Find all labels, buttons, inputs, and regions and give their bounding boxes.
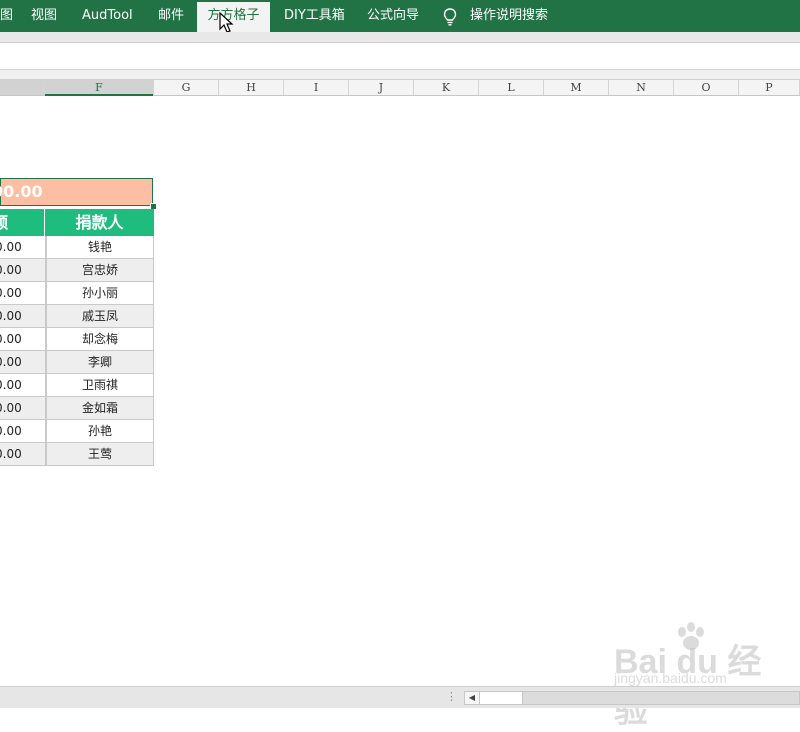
donor-cell[interactable]: 钱艳: [46, 236, 154, 259]
column-header-o[interactable]: O: [674, 80, 739, 95]
tab-view[interactable]: 视图: [31, 0, 57, 32]
column-header-i[interactable]: I: [284, 80, 349, 95]
column-header-l[interactable]: L: [479, 80, 544, 95]
table-row: 0.00 金如霜: [0, 397, 154, 420]
donor-cell[interactable]: 却念梅: [46, 328, 154, 351]
header-amount[interactable]: 额: [0, 209, 45, 236]
amount-cell[interactable]: 0.00: [0, 420, 46, 443]
watermark-url: jingyan.baidu.com: [614, 670, 727, 686]
splitter-handle-icon[interactable]: ⋮: [446, 690, 457, 703]
column-header-e[interactable]: [0, 80, 45, 95]
search-tell-me[interactable]: 操作说明搜索: [470, 0, 548, 32]
total-cell[interactable]: 00.00: [0, 178, 153, 206]
column-header-m[interactable]: M: [544, 80, 609, 95]
table-row: 0.00 宫忠娇: [0, 259, 154, 282]
table-row: 0.00 王莺: [0, 443, 154, 466]
sheet-top-strip: [0, 70, 800, 80]
sheet-tab-bar: ⋮ ◀: [0, 686, 800, 708]
donor-cell[interactable]: 戚玉凤: [46, 305, 154, 328]
header-amount-label: 额: [0, 213, 9, 232]
amount-cell[interactable]: 0.00: [0, 443, 46, 466]
scroll-left-arrow-icon[interactable]: ◀: [465, 692, 480, 704]
donor-cell[interactable]: 孙艳: [46, 420, 154, 443]
amount-cell[interactable]: 0.00: [0, 374, 46, 397]
amount-cell[interactable]: 0.00: [0, 259, 46, 282]
amount-cell[interactable]: 0.00: [0, 305, 46, 328]
amount-cell[interactable]: 0.00: [0, 236, 46, 259]
worksheet-grid[interactable]: 00.00 额 捐款人 0.00 钱艳 0.00 宫忠娇 0.00 孙小丽 0.…: [0, 96, 800, 686]
mouse-cursor-icon: [219, 12, 234, 33]
formula-bar[interactable]: [0, 43, 800, 70]
lightbulb-icon: [443, 8, 457, 26]
horizontal-scrollbar[interactable]: ◀: [464, 691, 800, 705]
table-row: 0.00 却念梅: [0, 328, 154, 351]
column-headers: F G H I J K L M N O P: [0, 80, 800, 96]
scroll-thumb[interactable]: [480, 692, 523, 704]
tab-diy-toolbox[interactable]: DIY工具箱: [284, 0, 345, 32]
column-header-h[interactable]: H: [219, 80, 284, 95]
donor-cell[interactable]: 宫忠娇: [46, 259, 154, 282]
amount-cell[interactable]: 0.00: [0, 397, 46, 420]
column-header-f[interactable]: F: [45, 80, 154, 96]
column-header-n[interactable]: N: [609, 80, 674, 95]
ribbon-tab-bar: 图 视图 AudTool 邮件 方方格子 DIY工具箱 公式向导 操作说明搜索: [0, 0, 800, 33]
amount-cell[interactable]: 0.00: [0, 328, 46, 351]
column-header-k[interactable]: K: [414, 80, 479, 95]
ribbon-collapsed-strip: [0, 32, 800, 43]
donor-cell[interactable]: 金如霜: [46, 397, 154, 420]
column-header-p[interactable]: P: [739, 80, 800, 95]
table-row: 0.00 钱艳: [0, 236, 154, 259]
tab-mail[interactable]: 邮件: [158, 0, 184, 32]
table-row: 0.00 戚玉凤: [0, 305, 154, 328]
donor-cell[interactable]: 王莺: [46, 443, 154, 466]
donor-cell[interactable]: 孙小丽: [46, 282, 154, 305]
amount-cell[interactable]: 0.00: [0, 351, 46, 374]
table-row: 0.00 卫雨祺: [0, 374, 154, 397]
tab-audtool[interactable]: AudTool: [82, 0, 133, 32]
column-header-g[interactable]: G: [154, 80, 219, 95]
tab-partial[interactable]: 图: [0, 0, 13, 32]
donor-cell[interactable]: 卫雨祺: [46, 374, 154, 397]
table-row: 0.00 孙小丽: [0, 282, 154, 305]
baidu-jingyan-watermark: Bai du 经验 jingyan.baidu.com: [614, 622, 764, 730]
donor-cell[interactable]: 李卿: [46, 351, 154, 374]
tab-formula-wizard[interactable]: 公式向导: [367, 0, 419, 32]
table-row: 0.00 李卿: [0, 351, 154, 374]
amount-cell[interactable]: 0.00: [0, 282, 46, 305]
total-value: 00.00: [0, 182, 43, 201]
column-header-j[interactable]: J: [349, 80, 414, 95]
header-donor[interactable]: 捐款人: [45, 209, 154, 236]
table-row: 0.00 孙艳: [0, 420, 154, 443]
